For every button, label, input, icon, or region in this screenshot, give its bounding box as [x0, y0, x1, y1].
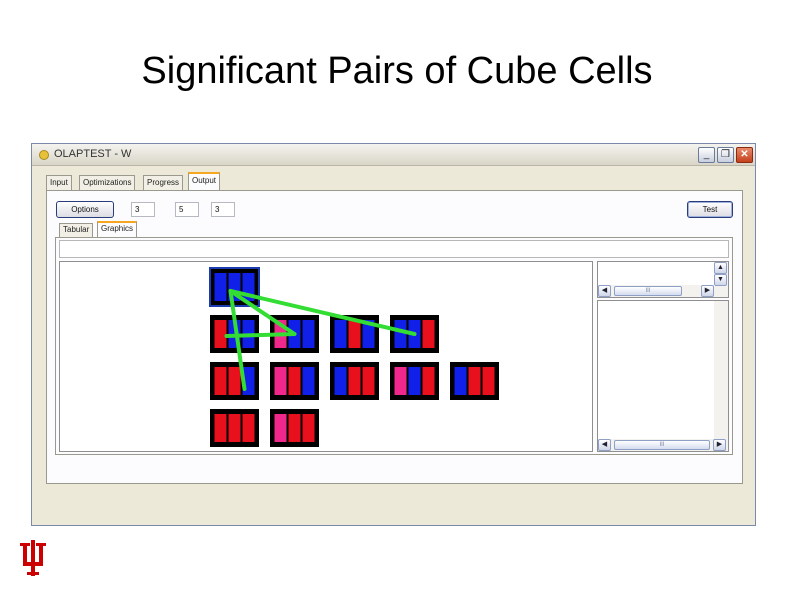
cube-cell-bar-red [302, 414, 315, 442]
app-window: OLAPTEST - W _ ❐ ✕ Input Optimizations P… [31, 143, 756, 526]
cube-cell-bar-red [468, 367, 481, 395]
scroll-left-arrow-icon[interactable]: ◀ [598, 439, 611, 451]
app-icon [39, 150, 49, 160]
scroll-left-arrow-icon[interactable]: ◀ [598, 285, 611, 297]
tab-progress[interactable]: Progress [143, 175, 184, 191]
cube-cell-bar-red [214, 367, 227, 395]
cube-cell[interactable] [270, 362, 319, 400]
details-pane-top[interactable]: ▲ ▼ ◀ III ▶ [597, 261, 729, 298]
cube-cell-bar-pink [274, 367, 287, 395]
cube-cell-bar-blue [454, 367, 467, 395]
test-button[interactable]: Test [687, 201, 733, 218]
university-logo-icon [20, 540, 46, 576]
cube-cell[interactable] [210, 362, 259, 400]
cube-cell-bar-blue [334, 367, 347, 395]
details-top-hscroll[interactable]: ◀ III ▶ [598, 285, 715, 297]
cube-cell-bar-red [214, 414, 227, 442]
options-button[interactable]: Options [56, 201, 114, 218]
details-pane-bottom[interactable]: ◀ III ▶ [597, 300, 729, 452]
scroll-right-arrow-icon[interactable]: ▶ [713, 439, 726, 451]
cube-cell[interactable] [330, 362, 379, 400]
cube-graph-canvas[interactable] [59, 261, 593, 452]
minimize-button[interactable]: _ [698, 147, 715, 163]
cube-cell-bar-blue [394, 320, 407, 348]
details-bottom-hscroll[interactable]: ◀ III ▶ [598, 439, 728, 451]
maximize-button[interactable]: ❐ [717, 147, 734, 163]
cube-graph [209, 267, 499, 447]
cube-cell-bar-red [228, 367, 241, 395]
cube-cell[interactable] [210, 409, 259, 447]
scroll-right-arrow-icon[interactable]: ▶ [701, 285, 714, 297]
details-top-vscroll[interactable]: ▲ ▼ [714, 262, 728, 297]
slide-title: Significant Pairs of Cube Cells [141, 50, 653, 92]
hscroll-thumb[interactable]: III [614, 286, 682, 296]
tab-optimizations[interactable]: Optimizations [79, 175, 136, 191]
cube-cell-bar-red [348, 367, 361, 395]
graphics-panel: ▲ ▼ ◀ III ▶ ◀ III ▶ [55, 237, 733, 455]
tab-output[interactable]: Output [188, 172, 221, 191]
window-titlebar[interactable]: OLAPTEST - W _ ❐ ✕ [32, 144, 755, 166]
cube-cell[interactable] [270, 409, 319, 447]
window-title: OLAPTEST - W [54, 148, 132, 160]
cube-cell-bar-pink [394, 367, 407, 395]
cube-cell[interactable] [209, 267, 260, 307]
output-panel: Options 3 5 3 Test Tabular Graphics ▲ ▼ … [46, 190, 743, 484]
cube-cell-bar-red [422, 367, 435, 395]
cube-cell-bar-blue [334, 320, 347, 348]
subtab-tabular[interactable]: Tabular [59, 223, 94, 237]
subtab-graphics[interactable]: Graphics [97, 221, 138, 237]
cube-cell-bar-blue [214, 273, 227, 301]
cube-cell[interactable] [390, 362, 439, 400]
scroll-up-arrow-icon[interactable]: ▲ [714, 262, 727, 274]
cube-cell-bar-red [214, 320, 227, 348]
cube-cell-bar-red [288, 367, 301, 395]
hscroll-thumb[interactable]: III [614, 440, 710, 450]
close-button[interactable]: ✕ [736, 147, 753, 163]
cube-cell-bar-blue [302, 320, 315, 348]
cube-cell-bar-blue [408, 367, 421, 395]
param-field-2[interactable]: 5 [175, 202, 199, 217]
cube-cell-bar-red [348, 320, 361, 348]
cube-cell-bar-blue [302, 367, 315, 395]
cube-cell-bar-red [288, 414, 301, 442]
scroll-down-arrow-icon[interactable]: ▼ [714, 274, 727, 286]
cube-cell[interactable] [450, 362, 499, 400]
cube-cell-bar-red [422, 320, 435, 348]
tab-input[interactable]: Input [46, 175, 72, 191]
graphics-toolbar-strip [59, 240, 729, 258]
cube-cell-bar-pink [274, 414, 287, 442]
cube-cell-bar-red [228, 414, 241, 442]
cube-cell-bar-red [242, 414, 255, 442]
significance-link [224, 332, 297, 338]
cube-cell-bar-red [362, 367, 375, 395]
details-bottom-vscroll[interactable] [714, 301, 728, 440]
param-field-3[interactable]: 3 [211, 202, 235, 217]
cube-cell-bar-red [482, 367, 495, 395]
param-field-1[interactable]: 3 [131, 202, 155, 217]
